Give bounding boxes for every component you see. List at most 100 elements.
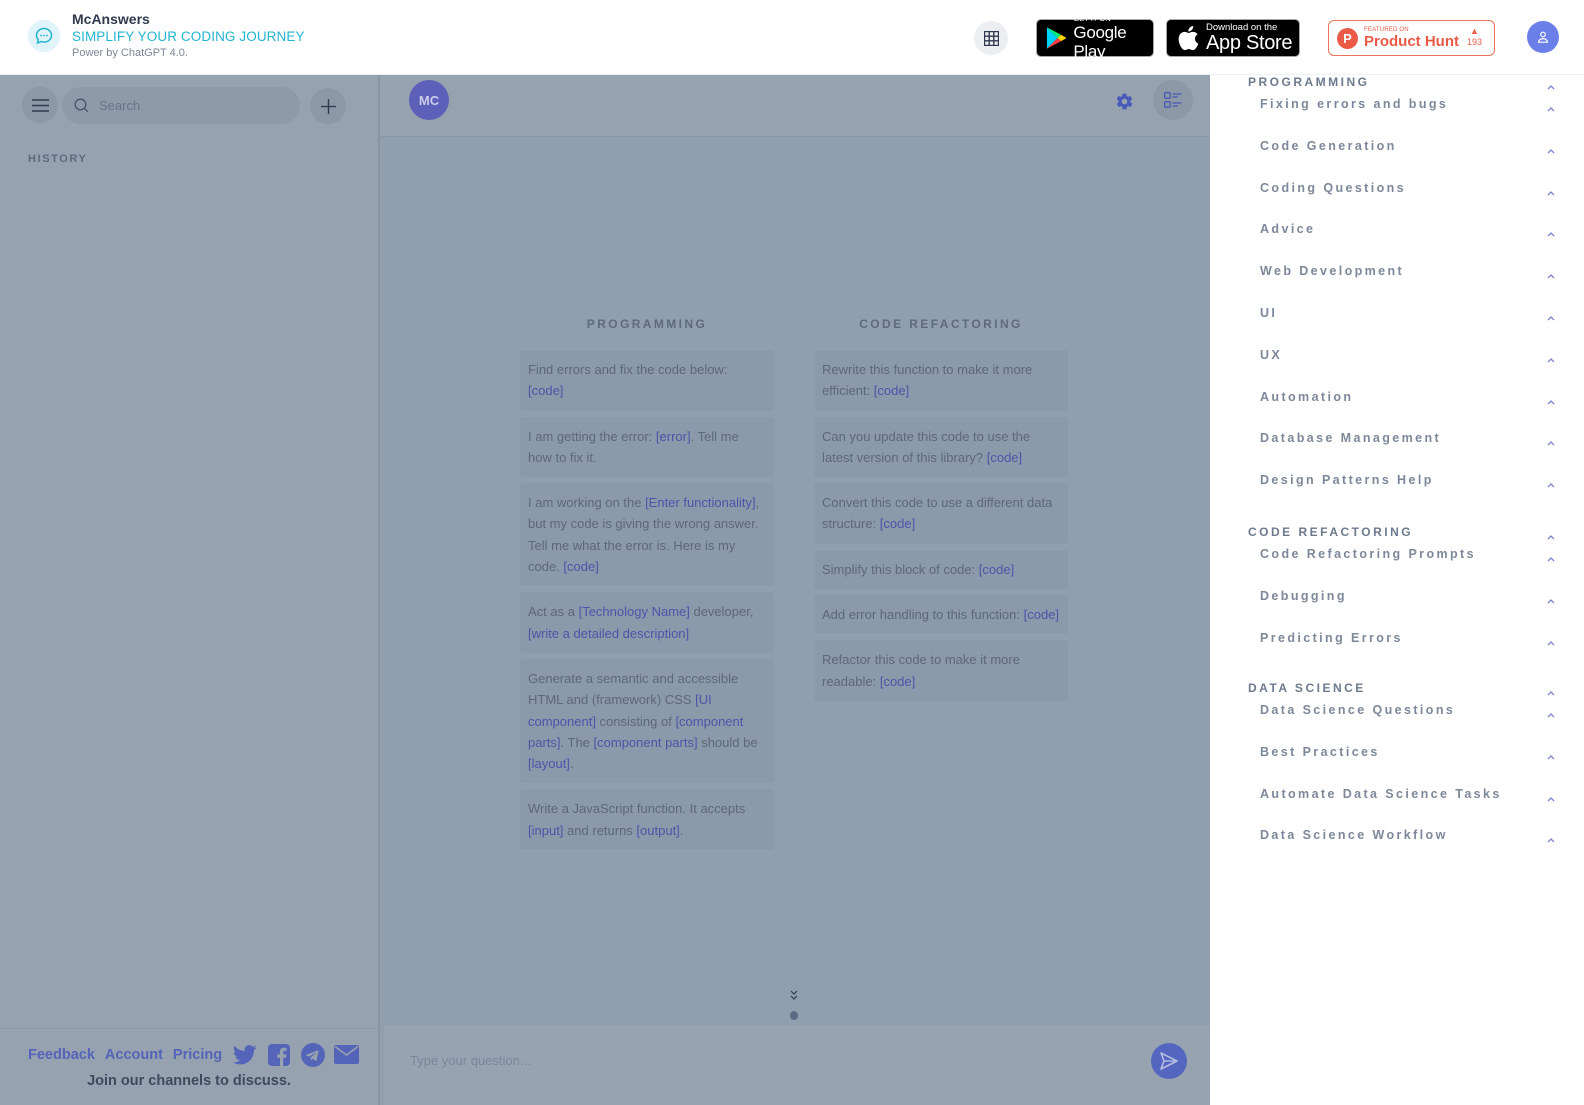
google-play-badge[interactable]: GET IT ON Google Play: [1036, 15, 1154, 61]
brand-name[interactable]: McAnswers: [72, 11, 150, 27]
product-hunt-badge[interactable]: P FEATURED ON Product Hunt ▲ 193: [1328, 20, 1495, 56]
category-header[interactable]: PROGRAMMING: [1220, 75, 1584, 90]
prompt-list-toggle-button[interactable]: [1153, 80, 1193, 120]
user-account-button[interactable]: [1527, 21, 1559, 53]
facebook-icon[interactable]: [266, 1042, 291, 1067]
category-item[interactable]: Web Development: [1220, 264, 1584, 279]
question-input[interactable]: [410, 1050, 1110, 1070]
prompt-text: Find errors and fix the code below:: [528, 362, 728, 377]
category-item[interactable]: Automate Data Science Tasks: [1220, 787, 1584, 802]
category-item[interactable]: Coding Questions: [1220, 181, 1584, 196]
send-icon: [1160, 1052, 1178, 1070]
new-chat-button[interactable]: [310, 88, 346, 124]
column-title: PROGRAMMING: [586, 317, 708, 331]
product-hunt-vote-count: 193: [1466, 37, 1482, 47]
category-item[interactable]: Debugging: [1220, 588, 1584, 604]
category-item-label: Advice: [1260, 222, 1316, 237]
category-item[interactable]: Predicting Errors: [1220, 631, 1584, 646]
chevron-up-icon: [1546, 790, 1556, 802]
upvote-triangle-icon: ▲: [1470, 26, 1479, 36]
pricing-link[interactable]: Pricing: [173, 1047, 222, 1063]
chevron-up-icon: [1546, 100, 1556, 112]
prompt-card[interactable]: Rewrite this function to make it more ef…: [814, 350, 1068, 411]
prompt-text: Refactor this code to make it more reada…: [822, 652, 1020, 689]
user-avatar[interactable]: MC: [409, 80, 449, 120]
prompt-placeholder: [code]: [873, 383, 910, 399]
prompt-placeholder: [code]: [978, 561, 1015, 577]
category-item[interactable]: Design Patterns Help: [1220, 473, 1584, 488]
chat-header: MC: [380, 75, 1210, 137]
page-indicator-dot[interactable]: [790, 1011, 798, 1020]
email-icon[interactable]: [334, 1042, 360, 1067]
settings-button[interactable]: [1113, 90, 1135, 112]
category-item[interactable]: UX: [1220, 348, 1584, 363]
google-play-small-text: GET IT ON: [1073, 14, 1111, 23]
menu-button[interactable]: [22, 87, 58, 123]
category-item[interactable]: Data Science Workflow: [1220, 828, 1584, 843]
app-store-small-text: Download on the: [1206, 21, 1278, 33]
prompt-categories-panel: PROGRAMMING Fixing errors and bugs Code Ge…: [1220, 75, 1584, 1105]
prompt-card[interactable]: Add error handling to this function: [co…: [814, 595, 1068, 635]
feedback-link[interactable]: Feedback: [28, 1047, 95, 1063]
chevron-up-icon: [1546, 78, 1556, 90]
twitter-icon[interactable]: [232, 1042, 257, 1067]
prompt-card[interactable]: Write a JavaScript function. It accepts …: [520, 789, 774, 851]
prompt-placeholder: [code]: [1023, 607, 1060, 623]
category-item[interactable]: Best Practices: [1220, 745, 1584, 760]
category-item[interactable]: Automation: [1220, 390, 1584, 405]
history-search[interactable]: [62, 87, 300, 124]
category-header[interactable]: CODE REFACTORING: [1220, 525, 1584, 540]
chat-bubble-logo-icon[interactable]: [28, 20, 60, 52]
telegram-icon[interactable]: [300, 1042, 325, 1067]
app-store-badge[interactable]: Download on the App Store: [1166, 19, 1300, 57]
category-title: PROGRAMMING: [1248, 75, 1370, 89]
plus-icon: [320, 98, 336, 114]
send-button[interactable]: [1151, 1043, 1187, 1079]
prompt-placeholder: [Technology Name]: [578, 604, 690, 620]
scroll-down-button[interactable]: [788, 989, 800, 1003]
prompt-placeholder: [code]: [528, 383, 564, 399]
category-item-label: Code Generation: [1260, 138, 1397, 153]
chevron-up-icon: [1546, 476, 1556, 488]
category-item[interactable]: UI: [1220, 306, 1584, 321]
prompt-text: Simplify this block of code:: [822, 561, 979, 577]
prompt-card[interactable]: Can you update this code to use the late…: [814, 416, 1068, 478]
chevron-up-icon: [1546, 225, 1556, 237]
chevron-up-icon: [1546, 634, 1556, 646]
category-item-label: Database Management: [1260, 431, 1442, 446]
user-icon: [1537, 31, 1549, 43]
prompt-text: consisting of: [595, 713, 676, 729]
account-link[interactable]: Account: [105, 1047, 163, 1063]
category-item[interactable]: Data Science Questions: [1220, 703, 1584, 718]
prompt-text: . The: [560, 734, 594, 750]
prompt-placeholder: [Enter functionality]: [645, 495, 756, 511]
prompt-card[interactable]: Generate a semantic and accessible HTML …: [520, 658, 774, 784]
prompt-card[interactable]: Find errors and fix the code below: [cod…: [520, 350, 774, 411]
prompt-card[interactable]: Refactor this code to make it more reada…: [814, 640, 1068, 701]
prompt-card[interactable]: Act as a [Technology Name] developer, [w…: [520, 592, 774, 653]
prompt-card[interactable]: Convert this code to use a different dat…: [814, 483, 1068, 544]
category-item-label: UI: [1260, 306, 1278, 320]
product-hunt-icon: P: [1337, 27, 1358, 49]
search-input[interactable]: [99, 98, 279, 113]
category-item-label: Debugging: [1260, 588, 1347, 603]
category-item[interactable]: Code Refactoring Prompts: [1220, 547, 1584, 562]
prompt-card[interactable]: I am getting the error: [error]. Tell me…: [520, 416, 774, 478]
category-item[interactable]: Advice: [1220, 222, 1584, 237]
prompt-card[interactable]: I am working on the [Enter functionality…: [520, 483, 774, 587]
apps-grid-button[interactable]: [974, 21, 1008, 55]
history-heading: HISTORY: [28, 153, 88, 165]
category-item[interactable]: Code Generation: [1220, 138, 1584, 154]
sidebar-footer: Feedback Account Pricing Join our channe…: [0, 1028, 378, 1105]
chevron-up-icon: [1546, 393, 1556, 405]
prompt-placeholder: [code]: [986, 449, 1023, 465]
prompt-placeholder: [code]: [563, 559, 599, 575]
category-item-label: Data Science Workflow: [1260, 828, 1448, 843]
prompt-card[interactable]: Simplify this block of code: [code]: [814, 549, 1068, 590]
category-item[interactable]: Fixing errors and bugs: [1220, 97, 1584, 112]
chevron-up-icon: [1546, 550, 1556, 562]
chevron-up-icon: [1546, 309, 1556, 321]
category-item-label: Design Patterns Help: [1260, 473, 1434, 488]
category-item[interactable]: Database Management: [1220, 431, 1584, 446]
category-header[interactable]: DATA SCIENCE: [1220, 681, 1584, 696]
